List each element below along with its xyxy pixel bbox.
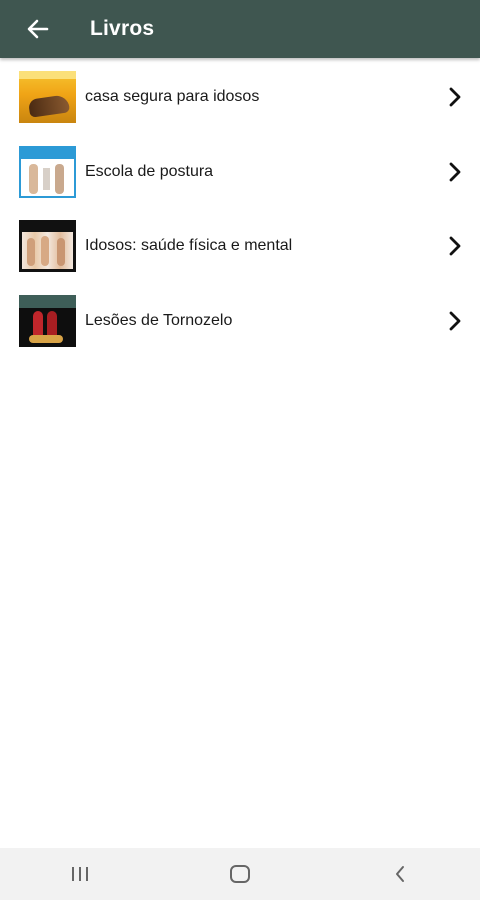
chevron-right-icon — [448, 310, 462, 332]
book-title: casa segura para idosos — [85, 88, 260, 106]
book-title: Escola de postura — [85, 162, 214, 180]
recents-icon — [70, 866, 90, 882]
book-item[interactable]: Lesões de Tornozelo — [0, 284, 480, 359]
home-icon — [229, 864, 251, 884]
book-list: casa segura para idosos Escola de postur… — [0, 60, 480, 358]
recents-button[interactable] — [40, 848, 120, 900]
book-cover-image — [19, 145, 76, 198]
system-nav-bar — [0, 848, 480, 900]
book-title: Idosos: saúde física e mental — [85, 237, 293, 255]
arrow-left-icon — [27, 19, 49, 39]
back-button[interactable] — [0, 0, 76, 58]
back-icon — [393, 864, 407, 884]
book-item[interactable]: casa segura para idosos — [0, 60, 480, 135]
book-item[interactable]: Escola de postura — [0, 135, 480, 210]
system-back-button[interactable] — [360, 848, 440, 900]
page-title: Livros — [90, 17, 155, 40]
chevron-right-icon — [448, 161, 462, 183]
home-button[interactable] — [200, 848, 280, 900]
book-item[interactable]: Idosos: saúde física e mental — [0, 209, 480, 284]
chevron-right-icon — [448, 86, 462, 108]
book-cover-image — [19, 220, 76, 273]
app-screen: Livros casa segura para idosos Escola de… — [0, 0, 480, 900]
book-title: Lesões de Tornozelo — [85, 311, 233, 329]
book-cover-image — [19, 71, 76, 124]
app-bar: Livros — [0, 0, 480, 58]
chevron-right-icon — [448, 235, 462, 257]
book-cover-image — [19, 294, 76, 347]
